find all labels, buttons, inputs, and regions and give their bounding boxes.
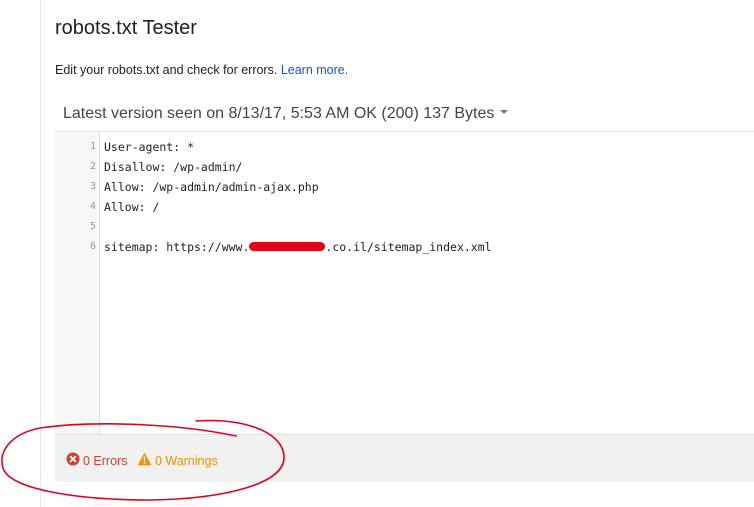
version-label: Latest version seen on 8/13/17, 5:53 AM … — [63, 105, 495, 122]
redaction-mark — [249, 242, 326, 251]
code-line-sitemap[interactable]: sitemap: https://www. .co.il/sitemap_inde… — [104, 240, 492, 254]
line-number: 2 — [89, 161, 96, 172]
description-text: Edit your robots.txt and check for error… — [55, 63, 278, 77]
version-dropdown[interactable]: Latest version seen on 8/13/17, 5:53 AM … — [63, 105, 509, 123]
validation-status: 0 Errors 0 Warnings — [66, 452, 218, 470]
line-number: 4 — [89, 201, 96, 212]
line-number: 3 — [89, 181, 96, 192]
errors-count[interactable]: 0 Errors — [66, 452, 131, 469]
line-number: 6 — [89, 241, 96, 252]
errors-label: 0 Errors — [83, 453, 128, 468]
line-number-gutter: 1 2 3 4 5 6 — [55, 132, 100, 434]
code-line[interactable]: Disallow: /wp-admin/ — [104, 160, 242, 174]
robots-editor[interactable]: 1 2 3 4 5 6 User-agent: * Disallow: /wp-… — [55, 132, 754, 434]
warnings-count[interactable]: 0 Warnings — [137, 452, 218, 469]
version-selector[interactable]: Latest version seen on 8/13/17, 5:53 AM … — [55, 96, 754, 132]
line-number: 5 — [89, 221, 96, 232]
page-title: robots.txt Tester — [55, 17, 197, 39]
sitemap-url-suffix: .co.il/sitemap_index.xml — [325, 240, 492, 254]
sitemap-url-prefix: sitemap: https://www. — [104, 240, 250, 254]
validation-footer: 0 Errors 0 Warnings — [55, 434, 754, 482]
learn-more-link[interactable]: Learn more. — [281, 63, 348, 77]
page-left-border — [40, 0, 41, 507]
code-line[interactable]: Allow: /wp-admin/admin-ajax.php — [104, 180, 319, 194]
caret-down-icon — [500, 109, 509, 114]
line-number: 1 — [89, 141, 96, 152]
page-description: Edit your robots.txt and check for error… — [55, 63, 348, 77]
code-line[interactable]: User-agent: * — [104, 140, 194, 154]
code-line[interactable]: Allow: / — [104, 200, 159, 214]
error-circle-icon — [66, 452, 80, 469]
warnings-label: 0 Warnings — [154, 453, 218, 468]
warning-triangle-icon — [137, 452, 152, 469]
